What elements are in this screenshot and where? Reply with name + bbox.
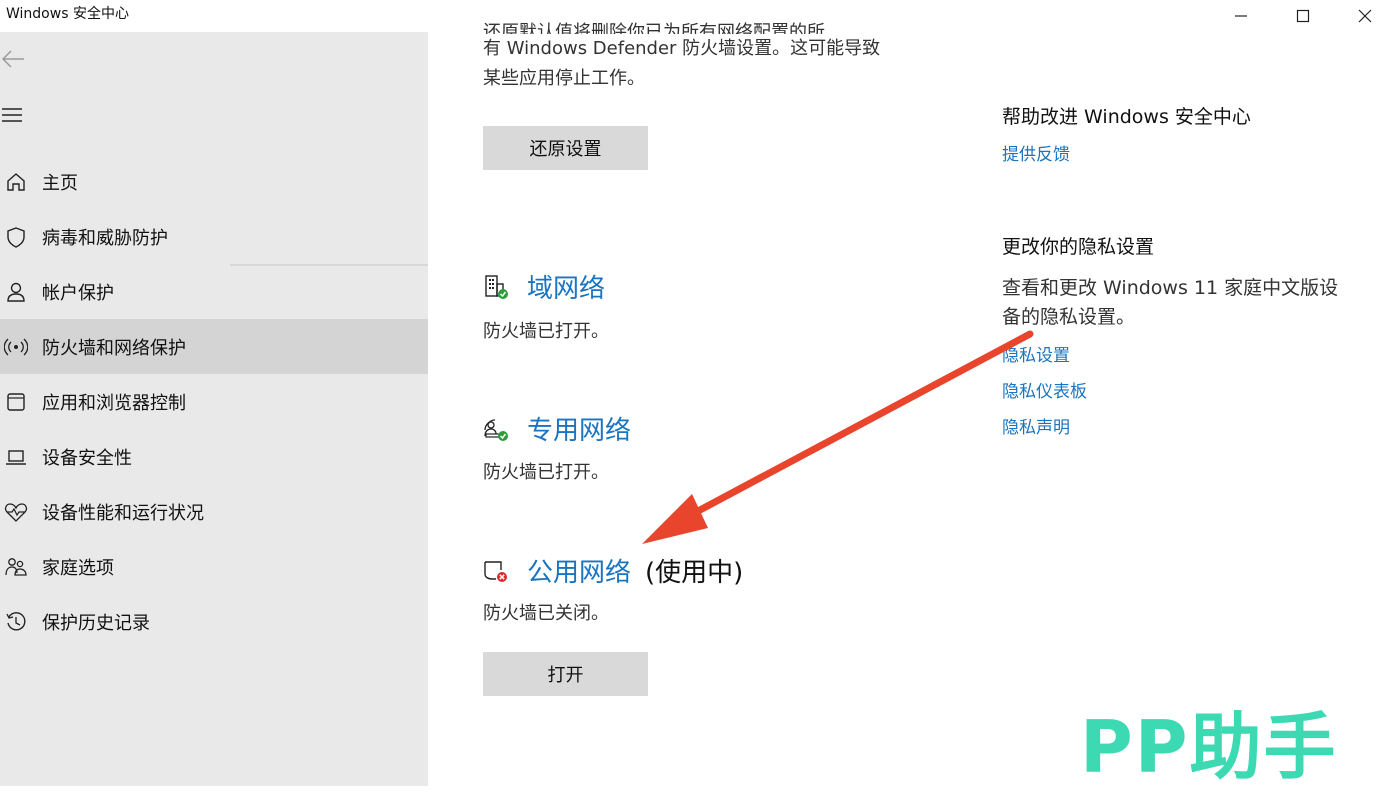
sidebar-item-home[interactable]: 主页 xyxy=(0,154,428,209)
home-icon xyxy=(2,170,30,194)
history-icon xyxy=(2,610,30,634)
person-icon xyxy=(2,280,30,304)
back-button[interactable] xyxy=(0,44,30,74)
sidebar-item-label: 主页 xyxy=(42,172,78,194)
sidebar-item-label: 设备安全性 xyxy=(42,447,132,469)
domain-network-icon xyxy=(483,273,511,301)
private-network-icon xyxy=(483,415,511,443)
restore-settings-button[interactable]: 还原设置 xyxy=(483,126,648,170)
annotation-arrow xyxy=(642,330,1034,544)
hamburger-menu-button[interactable] xyxy=(0,100,30,130)
laptop-icon xyxy=(2,445,30,469)
public-network-icon xyxy=(483,557,511,585)
restore-description: 还原默认值将删除你已为所有网络配置的所 有 Windows Defender 防… xyxy=(483,18,953,94)
sidebar-item-virus-protection[interactable]: 病毒和威胁防护 xyxy=(0,209,428,264)
maximize-button[interactable] xyxy=(1280,0,1326,32)
minimize-button[interactable] xyxy=(1218,0,1264,32)
privacy-description: 查看和更改 Windows 11 家庭中文版设备的隐私设置。 xyxy=(1002,277,1339,328)
privacy-heading: 更改你的隐私设置 xyxy=(1002,236,1155,258)
feedback-heading: 帮助改进 Windows 安全中心 xyxy=(1002,106,1251,128)
pp-assistant-watermark: PP助手 xyxy=(1080,705,1338,789)
sidebar-item-family-options[interactable]: 家庭选项 xyxy=(0,539,428,594)
minimize-icon xyxy=(1235,15,1247,17)
turn-on-button[interactable]: 打开 xyxy=(483,652,648,696)
app-window-icon xyxy=(2,390,30,414)
public-network-status: 防火墙已关闭。 xyxy=(483,603,609,624)
sidebar-item-app-browser-control[interactable]: 应用和浏览器控制 xyxy=(0,374,428,429)
sidebar: 主页 病毒和威胁防护 帐户保护 防火墙和网络保护 应用和浏览器控制 设备安全性 xyxy=(0,32,428,786)
shield-icon xyxy=(2,225,30,249)
family-icon xyxy=(2,555,30,579)
window-title: Windows 安全中心 xyxy=(6,6,129,22)
domain-network-status: 防火墙已打开。 xyxy=(483,321,609,342)
sidebar-item-protection-history[interactable]: 保护历史记录 xyxy=(0,594,428,649)
description-line: 还原默认值将删除你已为所有网络配置的所 xyxy=(483,22,825,34)
sidebar-item-firewall[interactable]: 防火墙和网络保护 xyxy=(0,319,428,374)
close-icon xyxy=(1358,9,1372,23)
back-arrow-icon xyxy=(1,50,24,68)
wifi-antenna-icon xyxy=(2,335,30,359)
description-line: 某些应用停止工作。 xyxy=(483,68,645,89)
private-network-status: 防火墙已打开。 xyxy=(483,462,609,483)
sidebar-item-label: 家庭选项 xyxy=(42,557,114,579)
sidebar-item-label: 保护历史记录 xyxy=(42,612,150,634)
domain-network-link[interactable]: 域网络 xyxy=(527,268,605,305)
feedback-link[interactable]: 提供反馈 xyxy=(1002,140,1070,165)
sidebar-item-label: 应用和浏览器控制 xyxy=(42,392,186,414)
sidebar-item-device-security[interactable]: 设备安全性 xyxy=(0,429,428,484)
sidebar-item-label: 帐户保护 xyxy=(42,282,114,304)
hamburger-icon xyxy=(2,108,22,122)
domain-network-header: 域网络 xyxy=(483,268,605,305)
sidebar-item-device-health[interactable]: 设备性能和运行状况 xyxy=(0,484,428,539)
sidebar-item-label: 病毒和威胁防护 xyxy=(42,227,168,249)
description-line: 有 Windows Defender 防火墙设置。这可能导致 xyxy=(483,38,881,59)
maximize-icon xyxy=(1296,9,1310,23)
sidebar-item-label: 防火墙和网络保护 xyxy=(42,337,186,359)
sidebar-item-account-protection[interactable]: 帐户保护 xyxy=(0,264,428,319)
heart-pulse-icon xyxy=(2,500,30,524)
close-button[interactable] xyxy=(1342,0,1384,32)
sidebar-item-label: 设备性能和运行状况 xyxy=(42,502,204,524)
